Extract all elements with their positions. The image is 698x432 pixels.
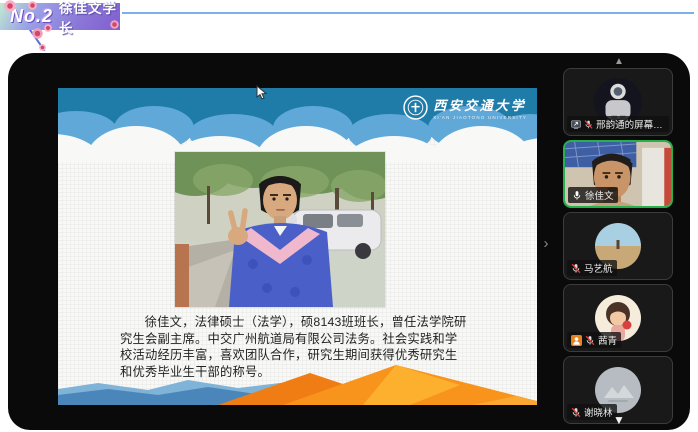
flower-icon bbox=[32, 28, 43, 39]
participant-name: 徐佳文 bbox=[585, 188, 614, 202]
participant-tile-screenshare[interactable]: 邢韵通的屏幕共… bbox=[563, 68, 673, 136]
participants-sidebar: ▲ bbox=[563, 53, 675, 430]
flower-icon bbox=[39, 44, 46, 51]
muted-mic-icon bbox=[571, 263, 581, 274]
screen-share-icon bbox=[571, 119, 581, 130]
presenter-person-icon bbox=[571, 335, 582, 346]
graduate-photo-scene bbox=[175, 152, 385, 307]
title-badge: No.2 徐佳文学长 bbox=[0, 3, 120, 30]
header-divider-line bbox=[122, 12, 694, 14]
participant-tiles: 邢韵通的屏幕共… bbox=[563, 68, 673, 424]
participant-name-badge: 徐佳文 bbox=[568, 187, 618, 203]
muted-mic-icon bbox=[585, 335, 595, 346]
header: No.2 徐佳文学长 bbox=[0, 0, 698, 52]
participant-name-badge: 茜青 bbox=[567, 332, 621, 348]
participant-name: 邢韵通的屏幕共… bbox=[596, 117, 665, 131]
participant-tile-active-speaker[interactable]: 徐佳文 bbox=[563, 140, 673, 208]
meeting-window: 西安交通大学 XI'AN JIAOTONG UNIVERSITY bbox=[8, 53, 690, 430]
scroll-down-arrow[interactable]: ▼ bbox=[563, 413, 675, 427]
shared-slide: 西安交通大学 XI'AN JIAOTONG UNIVERSITY bbox=[58, 88, 537, 405]
muted-mic-icon bbox=[584, 119, 593, 130]
participant-tile[interactable]: 茜青 bbox=[563, 284, 673, 352]
scroll-up-arrow[interactable]: ▲ bbox=[563, 56, 675, 67]
graduate-photo bbox=[175, 152, 385, 307]
participant-name-badge: 马艺航 bbox=[567, 260, 617, 276]
flower-icon bbox=[4, 0, 16, 12]
mic-icon bbox=[572, 190, 582, 201]
sidebar-collapse-chevron[interactable]: › bbox=[538, 233, 554, 255]
participant-name: 茜青 bbox=[598, 333, 617, 347]
mouse-cursor bbox=[256, 85, 267, 100]
flower-icon bbox=[44, 24, 52, 32]
page: No.2 徐佳文学长 bbox=[0, 0, 698, 432]
participant-name-badge: 邢韵通的屏幕共… bbox=[567, 116, 669, 132]
participant-name: 马艺航 bbox=[584, 261, 613, 275]
participant-tile[interactable]: 马艺航 bbox=[563, 212, 673, 280]
university-name: 西安交通大学 XI'AN JIAOTONG UNIVERSITY bbox=[433, 95, 527, 120]
flower-icon bbox=[28, 1, 37, 10]
university-logo: 西安交通大学 XI'AN JIAOTONG UNIVERSITY bbox=[403, 95, 527, 120]
flower-icon bbox=[110, 20, 119, 29]
university-name-cn: 西安交通大学 bbox=[433, 95, 527, 114]
page-title: 徐佳文学长 bbox=[59, 0, 120, 37]
bio-text: 徐佳文，法律硕士（法学），硕8143班班长，曾任法学院研究生会副主席。中交广州航… bbox=[120, 314, 468, 380]
university-emblem-icon bbox=[403, 95, 428, 120]
university-name-en: XI'AN JIAOTONG UNIVERSITY bbox=[433, 115, 527, 120]
